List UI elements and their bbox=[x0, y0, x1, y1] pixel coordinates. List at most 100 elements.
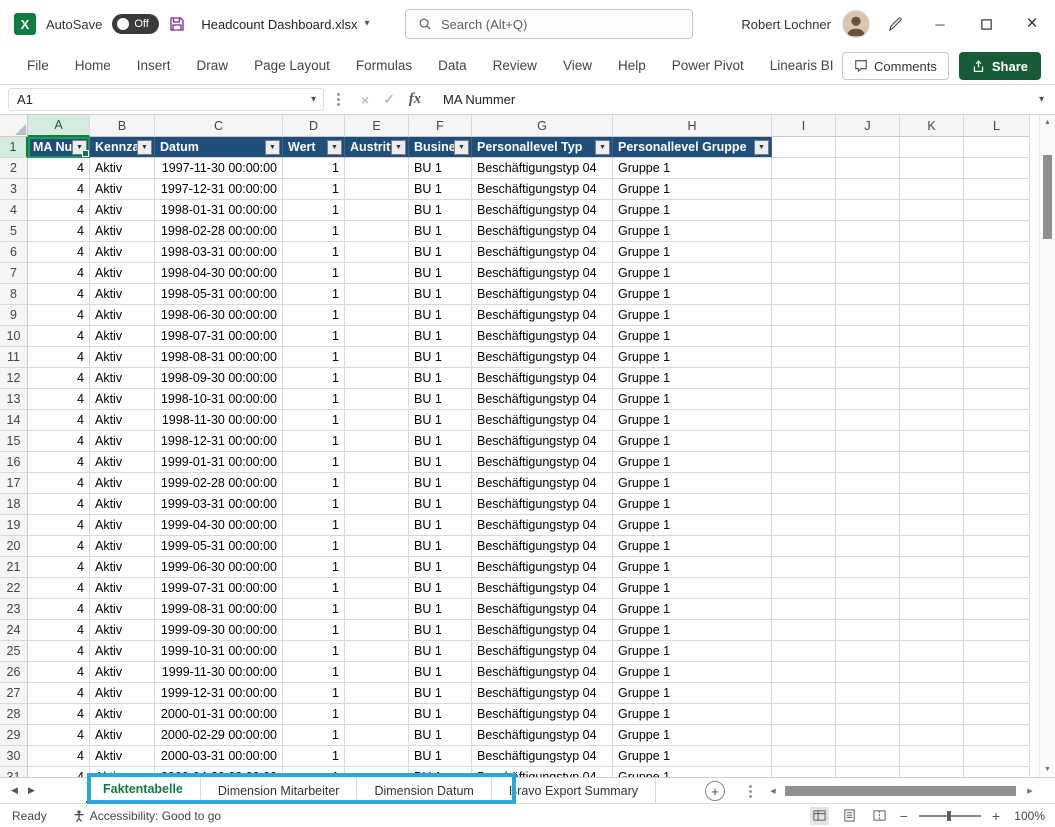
cell[interactable]: BU 1 bbox=[409, 284, 472, 305]
cell[interactable]: Beschäftigungstyp 04 bbox=[472, 599, 613, 620]
row-header-3[interactable]: 3 bbox=[0, 179, 28, 200]
cell-empty[interactable] bbox=[900, 494, 964, 515]
cell[interactable]: 4 bbox=[28, 746, 90, 767]
sheet-nav-right-icon[interactable]: ▶ bbox=[23, 785, 40, 796]
cell-empty[interactable] bbox=[772, 662, 836, 683]
cell[interactable]: Beschäftigungstyp 04 bbox=[472, 536, 613, 557]
tab-options-icon[interactable] bbox=[749, 790, 752, 793]
cell-empty[interactable] bbox=[772, 746, 836, 767]
cell[interactable]: Aktiv bbox=[90, 389, 155, 410]
cell[interactable]: 4 bbox=[28, 347, 90, 368]
cell[interactable]: BU 1 bbox=[409, 578, 472, 599]
row-header-6[interactable]: 6 bbox=[0, 242, 28, 263]
cell[interactable]: Beschäftigungstyp 04 bbox=[472, 158, 613, 179]
cell-empty[interactable] bbox=[964, 767, 1030, 777]
cell[interactable]: 4 bbox=[28, 704, 90, 725]
sheet-nav-left-icon[interactable]: ◀ bbox=[6, 785, 23, 796]
cell[interactable]: BU 1 bbox=[409, 620, 472, 641]
cell-empty[interactable] bbox=[772, 368, 836, 389]
cell[interactable]: 1 bbox=[283, 704, 345, 725]
cell-empty[interactable] bbox=[964, 410, 1030, 431]
cell[interactable]: Beschäftigungstyp 04 bbox=[472, 263, 613, 284]
cell-empty[interactable] bbox=[836, 704, 900, 725]
cell-empty[interactable] bbox=[964, 389, 1030, 410]
cell[interactable]: BU 1 bbox=[409, 473, 472, 494]
name-box[interactable]: A1 ▾ bbox=[8, 88, 324, 111]
cell-empty[interactable] bbox=[772, 200, 836, 221]
cell[interactable]: 1 bbox=[283, 452, 345, 473]
cell-empty[interactable] bbox=[772, 641, 836, 662]
cell[interactable]: 1998-02-28 00:00:00 bbox=[155, 221, 283, 242]
cell-empty[interactable] bbox=[900, 557, 964, 578]
cell[interactable]: Gruppe 1 bbox=[613, 305, 772, 326]
cell[interactable]: 1998-01-31 00:00:00 bbox=[155, 200, 283, 221]
cell[interactable]: Beschäftigungstyp 04 bbox=[472, 662, 613, 683]
cell[interactable] bbox=[345, 326, 409, 347]
cell-empty[interactable] bbox=[836, 557, 900, 578]
cell[interactable]: BU 1 bbox=[409, 305, 472, 326]
cell[interactable]: Beschäftigungstyp 04 bbox=[472, 221, 613, 242]
row-header-19[interactable]: 19 bbox=[0, 515, 28, 536]
cell-empty[interactable] bbox=[836, 368, 900, 389]
cell[interactable]: 1 bbox=[283, 431, 345, 452]
cell-empty[interactable] bbox=[964, 242, 1030, 263]
cell[interactable]: Aktiv bbox=[90, 200, 155, 221]
cell[interactable]: BU 1 bbox=[409, 683, 472, 704]
cell[interactable]: Beschäftigungstyp 04 bbox=[472, 725, 613, 746]
row-header-14[interactable]: 14 bbox=[0, 410, 28, 431]
cell[interactable]: Gruppe 1 bbox=[613, 515, 772, 536]
view-normal-icon[interactable] bbox=[810, 807, 829, 825]
cell-empty[interactable] bbox=[772, 767, 836, 777]
cell[interactable]: 1998-07-31 00:00:00 bbox=[155, 326, 283, 347]
cell-empty[interactable] bbox=[964, 557, 1030, 578]
formula-input[interactable]: MA Nummer bbox=[430, 92, 1039, 107]
cell-empty[interactable] bbox=[964, 641, 1030, 662]
cell[interactable]: BU 1 bbox=[409, 641, 472, 662]
share-button[interactable]: Share bbox=[959, 52, 1041, 80]
maximize-button[interactable] bbox=[963, 0, 1009, 48]
view-page-layout-icon[interactable] bbox=[840, 807, 859, 825]
cell[interactable]: Gruppe 1 bbox=[613, 284, 772, 305]
formula-bar-grip-icon[interactable] bbox=[337, 98, 340, 101]
cell[interactable]: 1999-07-31 00:00:00 bbox=[155, 578, 283, 599]
cell[interactable]: BU 1 bbox=[409, 452, 472, 473]
cell[interactable] bbox=[345, 431, 409, 452]
autosave-toggle[interactable]: Off bbox=[112, 14, 159, 34]
column-header-A[interactable]: A bbox=[28, 115, 90, 137]
cell[interactable]: 1998-11-30 00:00:00 bbox=[155, 410, 283, 431]
cell-empty[interactable] bbox=[900, 137, 964, 158]
cell[interactable]: Gruppe 1 bbox=[613, 389, 772, 410]
cell[interactable]: BU 1 bbox=[409, 326, 472, 347]
column-header-L[interactable]: L bbox=[964, 115, 1030, 137]
row-header-17[interactable]: 17 bbox=[0, 473, 28, 494]
cell[interactable]: 4 bbox=[28, 452, 90, 473]
ribbon-tab-help[interactable]: Help bbox=[605, 48, 659, 84]
cell[interactable] bbox=[345, 767, 409, 777]
workbook-title[interactable]: Headcount Dashboard.xlsx ▾ bbox=[201, 17, 369, 32]
row-header-20[interactable]: 20 bbox=[0, 536, 28, 557]
cell-empty[interactable] bbox=[836, 767, 900, 777]
cell-empty[interactable] bbox=[772, 305, 836, 326]
cell[interactable]: 1 bbox=[283, 305, 345, 326]
cell[interactable]: 4 bbox=[28, 641, 90, 662]
cell[interactable]: Beschäftigungstyp 04 bbox=[472, 515, 613, 536]
cell[interactable] bbox=[345, 494, 409, 515]
cell[interactable] bbox=[345, 620, 409, 641]
cell[interactable]: 4 bbox=[28, 158, 90, 179]
cell[interactable]: 1 bbox=[283, 683, 345, 704]
cell[interactable]: BU 1 bbox=[409, 410, 472, 431]
cell-empty[interactable] bbox=[900, 221, 964, 242]
cancel-icon[interactable]: × bbox=[361, 92, 369, 108]
cell[interactable]: 1999-12-31 00:00:00 bbox=[155, 683, 283, 704]
cell[interactable]: 1 bbox=[283, 179, 345, 200]
cell[interactable]: 4 bbox=[28, 431, 90, 452]
cell-empty[interactable] bbox=[900, 389, 964, 410]
cell-empty[interactable] bbox=[900, 536, 964, 557]
cell[interactable]: 4 bbox=[28, 767, 90, 777]
cell-empty[interactable] bbox=[772, 137, 836, 158]
cell[interactable] bbox=[345, 410, 409, 431]
cell[interactable]: 1999-09-30 00:00:00 bbox=[155, 620, 283, 641]
cell[interactable]: 4 bbox=[28, 578, 90, 599]
cell[interactable]: 1 bbox=[283, 620, 345, 641]
horizontal-scroll-track[interactable] bbox=[780, 785, 1023, 797]
